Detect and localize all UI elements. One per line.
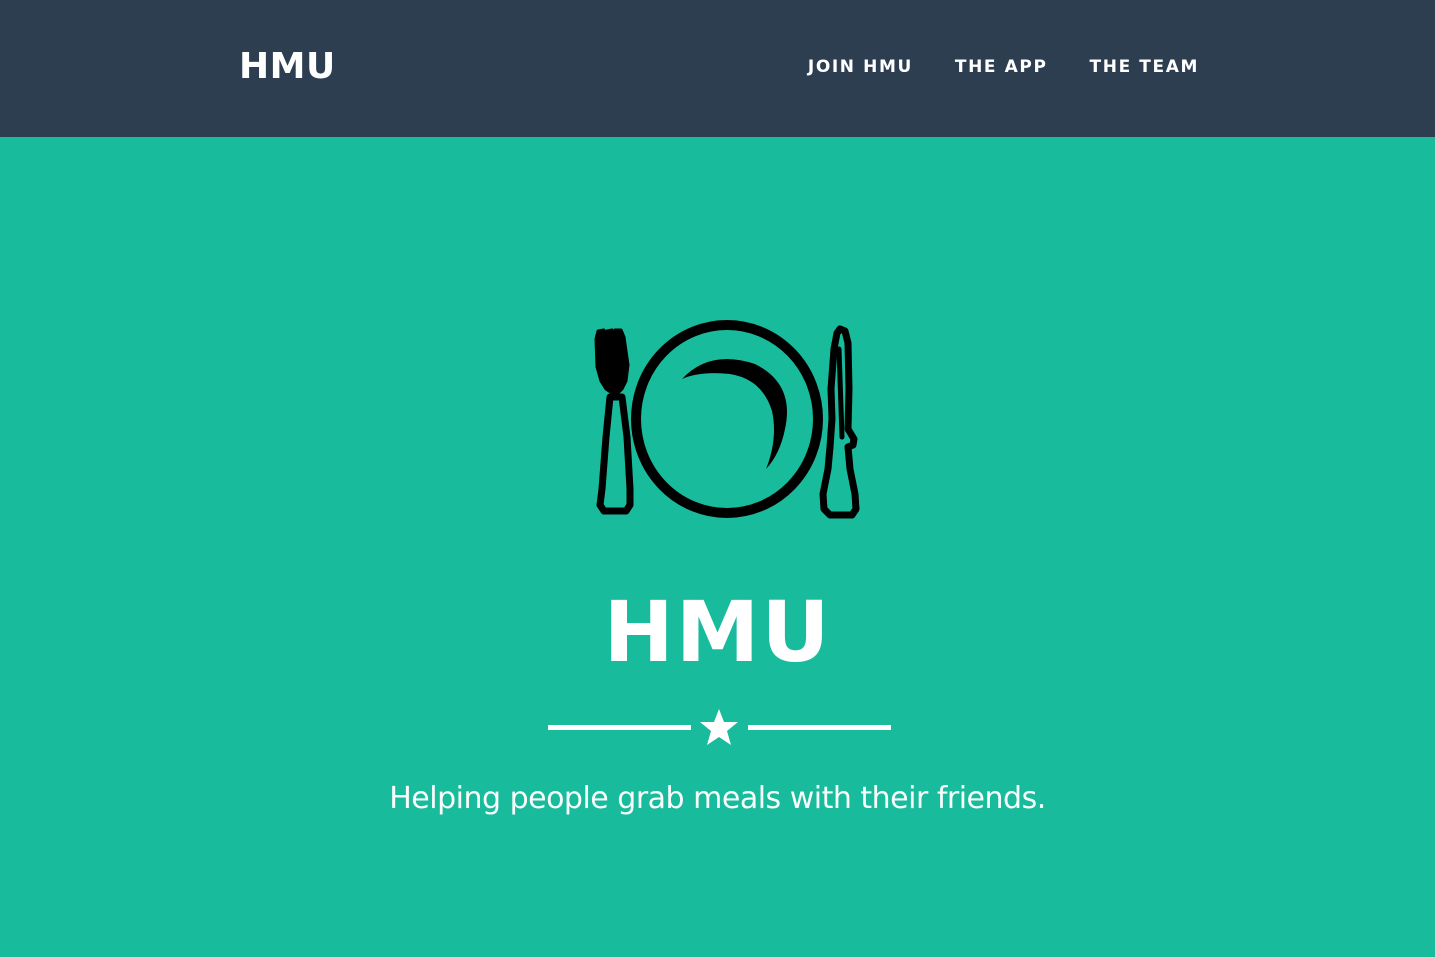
brand-logo-link[interactable]: HMU — [239, 44, 336, 90]
main-nav: JOIN HMU THE APP THE TEAM — [808, 55, 1199, 79]
divider-line-right — [748, 725, 891, 730]
hero-title: HMU — [603, 583, 832, 681]
nav-link-the-app[interactable]: THE APP — [955, 55, 1048, 79]
hero-tagline: Helping people grab meals with their fri… — [389, 781, 1046, 816]
top-navbar: HMU JOIN HMU THE APP THE TEAM — [0, 0, 1435, 137]
plate-fork-knife-icon — [594, 320, 860, 519]
star-divider — [548, 707, 891, 747]
star-icon — [700, 709, 738, 745]
nav-link-join-hmu[interactable]: JOIN HMU — [808, 55, 913, 79]
hero-section: HMU Helping people grab meals with their… — [0, 137, 1435, 957]
divider-line-left — [548, 725, 691, 730]
nav-link-the-team[interactable]: THE TEAM — [1090, 55, 1199, 79]
